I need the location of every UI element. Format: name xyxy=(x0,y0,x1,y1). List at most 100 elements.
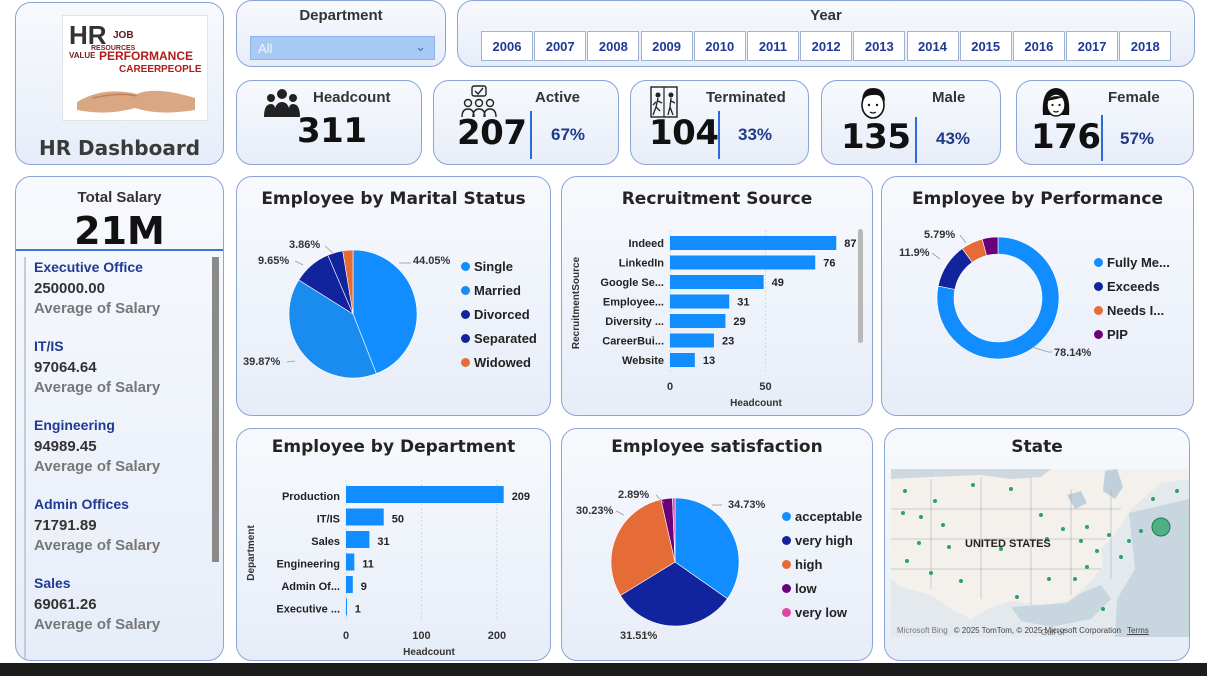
year-button-2011[interactable]: 2011 xyxy=(746,31,799,61)
chevron-down-icon: ⌄ xyxy=(415,39,426,54)
recruitment-bar[interactable] xyxy=(670,314,726,328)
satisfaction-legend-item[interactable]: low xyxy=(782,581,817,596)
recruitment-scrollbar[interactable] xyxy=(858,229,863,343)
department-bar-chart: 0 100 200 Production 209 IT/IS 50 Sales 31 Engine… xyxy=(246,480,530,658)
satisfaction-legend-item[interactable]: high xyxy=(782,557,822,572)
legend-label: Widowed xyxy=(474,355,531,370)
department-dropdown[interactable]: All ⌄ xyxy=(250,36,435,60)
department-bar[interactable] xyxy=(346,508,384,526)
recruitment-bar[interactable] xyxy=(670,255,816,270)
legend-color-dot xyxy=(461,286,470,295)
hands-shape xyxy=(77,90,195,113)
recruitment-bar[interactable] xyxy=(670,353,695,367)
marital-label-leader xyxy=(286,360,296,363)
marital-legend-item[interactable]: Divorced xyxy=(461,307,530,322)
salary-by-department-list[interactable]: Executive Office 250000.00 Average of Sala… xyxy=(24,257,212,659)
year-button-2015[interactable]: 2015 xyxy=(959,31,1012,61)
department-x-tick-label: 100 xyxy=(412,630,430,642)
performance-legend-item[interactable]: PIP xyxy=(1094,327,1128,342)
department-value-label: 31 xyxy=(377,536,389,548)
active-label: Active xyxy=(535,89,581,106)
people-group-icon xyxy=(264,89,300,117)
marital-legend-item[interactable]: Widowed xyxy=(461,355,531,370)
year-button-row: 2006 2007 2008 2009 2010 2011 2012 2013 2014 2015… xyxy=(481,31,1172,61)
year-button-2013[interactable]: 2013 xyxy=(853,31,906,61)
performance-legend-item[interactable]: Needs I... xyxy=(1094,303,1164,318)
legend-label: acceptable xyxy=(795,509,863,524)
year-button-2012[interactable]: 2012 xyxy=(800,31,853,61)
female-divider xyxy=(1101,115,1103,161)
dashboard-title: HR Dashboard xyxy=(38,136,201,160)
year-button-2016[interactable]: 2016 xyxy=(1012,31,1065,61)
department-slicer: Department All ⌄ xyxy=(236,0,446,67)
marital-data-label: 3.86% xyxy=(289,239,320,251)
performance-legend-item[interactable]: Exceeds xyxy=(1094,279,1160,294)
recruitment-value-label: 31 xyxy=(737,297,749,309)
salary-caption: Average of Salary xyxy=(34,537,161,554)
recruitment-bar[interactable] xyxy=(670,333,714,348)
legend-color-dot xyxy=(461,358,470,367)
year-button-2018[interactable]: 2018 xyxy=(1119,31,1172,61)
satisfaction-legend-item[interactable]: very high xyxy=(782,533,853,548)
department-dropdown-value: All xyxy=(258,41,273,56)
marital-legend-item[interactable]: Separated xyxy=(461,331,537,346)
year-button-2007[interactable]: 2007 xyxy=(534,31,587,61)
department-bar[interactable] xyxy=(346,576,353,593)
female-face-icon xyxy=(1042,88,1070,117)
department-value-label: 9 xyxy=(361,581,367,593)
year-button-2010[interactable]: 2010 xyxy=(693,31,746,61)
bing-logo: Microsoft Bing xyxy=(897,626,948,635)
year-slicer: Year 2006 2007 2008 2009 2010 2011 2012 2013 201… xyxy=(457,0,1195,67)
salary-list-scrollbar[interactable] xyxy=(212,257,219,562)
legend-color-dot xyxy=(782,536,791,545)
us-map[interactable]: UNITED STATES Gulf of Microsoft Bing © 2… xyxy=(891,469,1189,637)
legend-label: Exceeds xyxy=(1107,279,1160,294)
female-percent: 57% xyxy=(1120,129,1155,148)
department-bar[interactable] xyxy=(346,486,504,503)
performance-data-label: 11.9% xyxy=(899,247,930,259)
salary-dept-name: Engineering xyxy=(34,417,115,433)
department-value-label: 1 xyxy=(355,604,361,616)
salary-amount: 94989.45 xyxy=(34,438,97,455)
satisfaction-legend-item[interactable]: very low xyxy=(782,605,847,620)
total-salary-title: Total Salary xyxy=(77,189,162,206)
satisfaction-legend-item[interactable]: acceptable xyxy=(782,509,862,524)
salary-dept-name: Sales xyxy=(34,575,71,591)
year-button-2009[interactable]: 2009 xyxy=(640,31,693,61)
performance-legend-item[interactable]: Fully Me... xyxy=(1094,255,1170,270)
massachusetts-bubble xyxy=(1151,517,1171,537)
marital-legend-item[interactable]: Single xyxy=(461,259,513,274)
map-country-label: UNITED STATES xyxy=(965,538,1051,550)
salary-amount: 69061.26 xyxy=(34,596,97,613)
salary-amount: 250000.00 xyxy=(34,280,105,297)
active-percent: 67% xyxy=(551,125,586,144)
recruitment-category-label: Employee... xyxy=(603,297,664,309)
department-bar[interactable] xyxy=(346,531,370,548)
marital-data-label: 39.87% xyxy=(243,356,281,368)
performance-data-label: 78.14% xyxy=(1054,347,1092,359)
recruitment-bar[interactable] xyxy=(670,275,764,289)
legend-color-dot xyxy=(1094,282,1103,291)
map-terms-link[interactable]: Terms xyxy=(1127,626,1149,635)
salary-dept-name: IT/IS xyxy=(34,338,64,354)
satisfaction-data-label: 31.51% xyxy=(620,630,658,642)
salary-list-item: Engineering 94989.45 Average of Salary xyxy=(26,415,212,494)
year-button-2014[interactable]: 2014 xyxy=(906,31,959,61)
department-bar[interactable] xyxy=(346,553,355,571)
recruitment-category-label: Google Se... xyxy=(600,277,664,289)
marital-status-card: Employee by Marital Status 44.05% 39.87% 9… xyxy=(236,176,551,416)
performance-donut-chart: 78.14% 11.9% 5.79% xyxy=(899,229,1092,360)
recruitment-value-label: 29 xyxy=(733,316,745,328)
year-button-2017[interactable]: 2017 xyxy=(1066,31,1119,61)
recruitment-bar[interactable] xyxy=(670,294,730,309)
recruitment-bar[interactable] xyxy=(670,236,837,250)
recruitment-source-bar-chart: 0 50 Indeed 87 LinkedIn 76 Google Se... 49 Emplo… xyxy=(571,230,857,409)
year-button-2006[interactable]: 2006 xyxy=(481,31,533,61)
department-bar[interactable] xyxy=(346,598,347,616)
male-percent: 43% xyxy=(936,129,971,148)
male-label: Male xyxy=(932,89,966,106)
salary-caption: Average of Salary xyxy=(34,379,161,396)
department-category-label: Executive ... xyxy=(276,604,340,616)
year-button-2008[interactable]: 2008 xyxy=(587,31,640,61)
marital-legend-item[interactable]: Married xyxy=(461,283,521,298)
